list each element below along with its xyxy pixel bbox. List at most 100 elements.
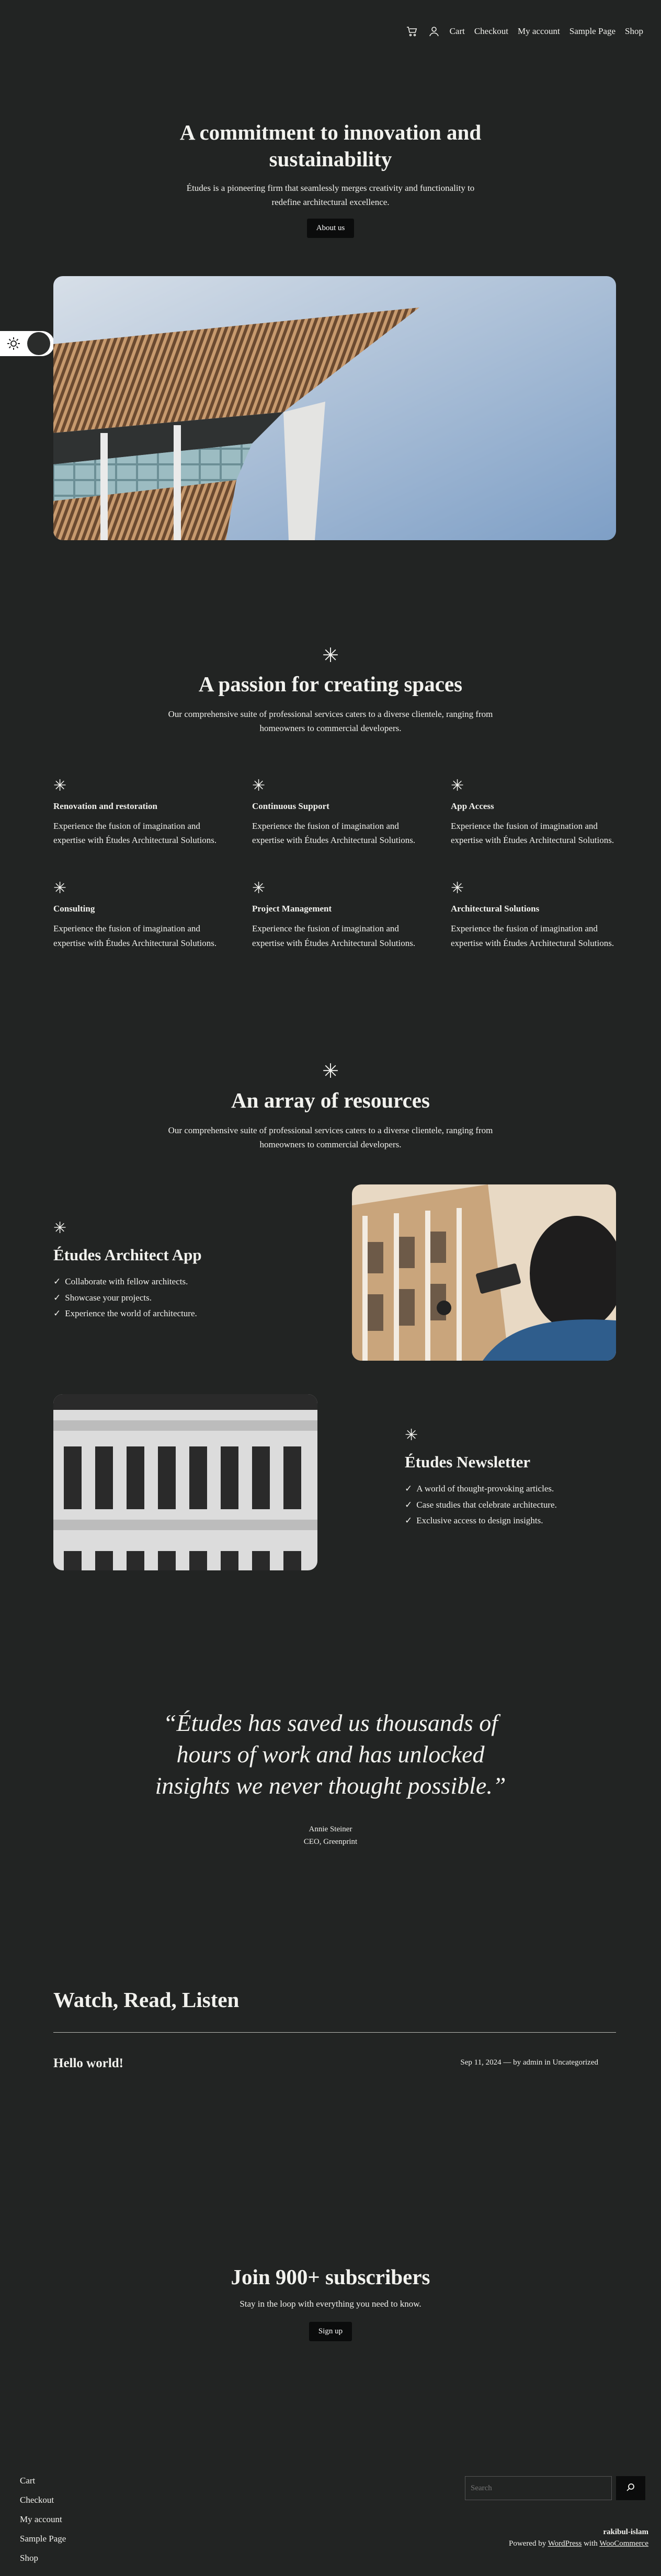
post-author-link[interactable]: admin	[523, 2058, 543, 2067]
hero-title-line2: sustainability	[269, 147, 392, 172]
newsletter-feature-list: A world of thought-provoking articles. C…	[405, 1481, 557, 1529]
app-photo	[352, 1184, 616, 1361]
post-date[interactable]: Sep 11, 2024	[460, 2058, 501, 2067]
service-title: App Access	[451, 801, 494, 811]
hero-subtitle-line2: redefine architectural excellence.	[271, 197, 390, 208]
services-subtitle-line2: homeowners to commercial developers.	[259, 723, 402, 734]
service-title: Architectural Solutions	[451, 904, 540, 914]
search-icon	[625, 2482, 636, 2494]
services-subtitle-line1: Our comprehensive suite of professional …	[168, 709, 493, 719]
service-description: Experience the fusion of imagination and…	[451, 924, 614, 948]
asterisk-icon: ✳	[451, 777, 464, 794]
service-item: ✳ Consulting Experience the fusion of im…	[53, 881, 252, 950]
asterisk-icon: ✳	[53, 777, 67, 794]
top-navigation: Cart Checkout My account Sample Page Sho…	[406, 25, 643, 38]
resources-asterisk: ✳	[322, 1061, 339, 1082]
author-role: CEO, Greenprint	[303, 1838, 358, 1846]
asterisk-icon: ✳	[252, 777, 266, 794]
search-button[interactable]	[616, 2476, 645, 2500]
resources-subtitle-line1: Our comprehensive suite of professional …	[168, 1125, 493, 1135]
hero-title-line1: A commitment to innovation and	[179, 120, 482, 144]
hero-building-image	[53, 276, 616, 540]
site-name[interactable]: rakibul-islam	[603, 2528, 648, 2537]
toggle-switch[interactable]	[27, 332, 50, 355]
service-item: ✳ App Access Experience the fusion of im…	[451, 778, 616, 847]
resources-title: An array of resources	[231, 1088, 430, 1112]
service-description: Experience the fusion of imagination and…	[252, 821, 416, 846]
services-asterisk: ✳	[322, 645, 339, 667]
asterisk-icon: ✳	[451, 880, 464, 897]
list-item: Exclusive access to design insights.	[405, 1513, 557, 1529]
nav-link-my-account[interactable]: My account	[518, 26, 560, 37]
resources-subtitle: Our comprehensive suite of professional …	[0, 1123, 661, 1152]
footer-navigation: Cart Checkout My account Sample Page Sho…	[20, 2476, 66, 2572]
powered-prefix: Powered by	[508, 2539, 548, 2548]
list-item: Experience the world of architecture.	[53, 1306, 202, 1322]
powered-with: with	[582, 2539, 600, 2548]
testimonial-quote: “Études has saved us thousands of hours …	[0, 1707, 661, 1801]
powered-by: Powered by WordPress with WooCommerce	[509, 2539, 648, 2548]
author-name: Annie Steiner	[309, 1825, 352, 1833]
service-item: ✳ Continuous Support Experience the fusi…	[252, 778, 451, 847]
post-meta-in: in	[542, 2058, 553, 2067]
hero-subtitle: Études is a pioneering firm that seamles…	[0, 181, 661, 209]
service-description: Experience the fusion of imagination and…	[53, 821, 217, 846]
post-meta-separator: — by	[501, 2058, 523, 2067]
nav-link-sample-page[interactable]: Sample Page	[569, 26, 616, 37]
theme-toggle[interactable]	[0, 331, 54, 356]
search-input[interactable]	[465, 2476, 612, 2500]
divider	[53, 2032, 616, 2033]
asterisk-icon: ✳	[405, 1427, 418, 1444]
post-category-link[interactable]: Uncategorized	[553, 2058, 598, 2067]
services-title: A passion for creating spaces	[198, 672, 463, 696]
service-title: Renovation and restoration	[53, 801, 157, 811]
nav-link-cart[interactable]: Cart	[450, 26, 465, 37]
subscribe-title: Join 900+ subscribers	[231, 2265, 430, 2289]
cart-icon[interactable]	[406, 25, 418, 38]
post-title-link[interactable]: Hello world!	[53, 2056, 123, 2071]
footer-link-sample-page[interactable]: Sample Page	[20, 2534, 66, 2544]
hero-button-wrap: About us	[0, 219, 661, 238]
subscribe-button-wrap: Sign up	[0, 2322, 661, 2341]
about-us-button[interactable]: About us	[306, 219, 355, 238]
footer-link-my-account[interactable]: My account	[20, 2514, 62, 2524]
service-title: Consulting	[53, 904, 95, 914]
sun-icon	[6, 336, 21, 351]
newsletter-photo	[53, 1394, 317, 1570]
service-description: Experience the fusion of imagination and…	[252, 924, 416, 948]
service-title: Continuous Support	[252, 801, 329, 811]
nav-link-checkout[interactable]: Checkout	[474, 26, 508, 37]
footer-link-cart[interactable]: Cart	[20, 2476, 35, 2486]
architect-app-feature: ✳ Études Architect App Collaborate with …	[53, 1221, 202, 1322]
resources-subtitle-line2: homeowners to commercial developers.	[259, 1139, 402, 1150]
list-item: Case studies that celebrate architecture…	[405, 1497, 557, 1513]
service-title: Project Management	[252, 904, 332, 914]
list-item: Showcase your projects.	[53, 1290, 202, 1306]
sign-up-button[interactable]: Sign up	[309, 2322, 352, 2341]
quote-line3: insights we never thought possible.”	[155, 1772, 506, 1799]
newsletter-title: Études Newsletter	[405, 1453, 531, 1471]
wordpress-link[interactable]: WordPress	[548, 2539, 582, 2548]
woocommerce-link[interactable]: WooCommerce	[599, 2539, 648, 2548]
footer-link-checkout[interactable]: Checkout	[20, 2495, 54, 2505]
service-item: ✳ Project Management Experience the fusi…	[252, 881, 451, 950]
services-grid: ✳ Renovation and restoration Experience …	[53, 778, 616, 950]
footer-link-shop[interactable]: Shop	[20, 2553, 38, 2563]
list-item: A world of thought-provoking articles.	[405, 1481, 557, 1497]
newsletter-feature: ✳ Études Newsletter A world of thought-p…	[405, 1428, 557, 1529]
user-icon[interactable]	[428, 25, 440, 38]
quote-line1: “Études has saved us thousands of	[163, 1709, 498, 1736]
footer-search	[465, 2476, 645, 2500]
testimonial-author: Annie Steiner CEO, Greenprint	[0, 1823, 661, 1848]
service-description: Experience the fusion of imagination and…	[451, 821, 614, 846]
asterisk-icon: ✳	[252, 880, 266, 897]
asterisk-icon: ✳	[53, 880, 67, 897]
app-title: Études Architect App	[53, 1246, 202, 1264]
service-item: ✳ Architectural Solutions Experience the…	[451, 881, 616, 950]
hero-subtitle-line1: Études is a pioneering firm that seamles…	[186, 183, 475, 193]
posts-section-title: Watch, Read, Listen	[53, 1988, 240, 2012]
post-meta: Sep 11, 2024 — by admin in Uncategorized	[460, 2058, 598, 2067]
subscribe-subtitle: Stay in the loop with everything you nee…	[240, 2299, 421, 2309]
nav-link-shop[interactable]: Shop	[625, 26, 643, 37]
service-description: Experience the fusion of imagination and…	[53, 924, 217, 948]
